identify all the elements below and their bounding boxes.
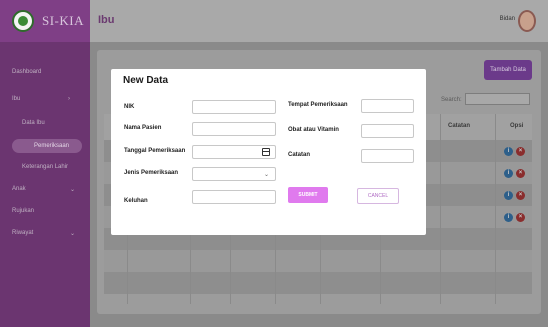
tanggal-pemeriksaan-label: Tanggal Pemeriksaan	[124, 148, 186, 154]
tempat-pemeriksaan-label: Tempat Pemeriksaan	[288, 102, 348, 108]
chevron-down-icon: ⌄	[70, 231, 76, 237]
tempat-pemeriksaan-field[interactable]	[361, 99, 414, 113]
table-row	[104, 272, 532, 294]
obat-vitamin-field[interactable]	[361, 124, 414, 138]
info-icon[interactable]: i	[504, 213, 513, 222]
delete-icon[interactable]: ×	[516, 191, 525, 200]
chevron-right-icon: ›	[68, 96, 70, 102]
column-header-opsi[interactable]: Opsi	[510, 123, 523, 129]
submit-button[interactable]: SUBMIT	[288, 187, 328, 203]
jenis-pemeriksaan-select[interactable]: ⌄	[192, 167, 276, 181]
calendar-icon[interactable]	[262, 148, 270, 156]
info-icon[interactable]: i	[504, 169, 513, 178]
sidebar-item-pemeriksaan[interactable]: Pemeriksaan	[12, 139, 82, 153]
sidebar-item-dashboard[interactable]: Dashboard	[12, 69, 41, 75]
table-row	[104, 250, 532, 272]
brand-name: SI-KIA	[42, 13, 84, 28]
topbar: SI-KIA Ibu Bidan	[0, 0, 548, 42]
delete-icon[interactable]: ×	[516, 213, 525, 222]
keluhan-label: Keluhan	[124, 198, 148, 204]
user-name[interactable]: Bidan	[500, 16, 515, 22]
delete-icon[interactable]: ×	[516, 147, 525, 156]
sidebar-item-label: Ibu	[12, 96, 21, 102]
info-icon[interactable]: i	[504, 147, 513, 156]
brand[interactable]: SI-KIA	[0, 0, 90, 42]
jenis-pemeriksaan-label: Jenis Pemeriksaan	[124, 170, 179, 176]
chevron-down-icon: ⌄	[70, 187, 76, 193]
sidebar-item-label: Riwayat	[12, 230, 34, 236]
keluhan-field[interactable]	[192, 190, 276, 204]
sidebar: Dashboard Ibu › Data Ibu Pemeriksaan Kete…	[0, 42, 90, 327]
sidebar-item-anak[interactable]: Anak ⌄	[12, 186, 75, 193]
catatan-field[interactable]	[361, 149, 414, 163]
sidebar-item-riwayat[interactable]: Riwayat ⌄	[12, 230, 75, 237]
nama-pasien-field[interactable]	[192, 122, 276, 136]
sidebar-item-rujukan[interactable]: Rujukan	[12, 208, 34, 214]
catatan-label: Catatan	[288, 152, 311, 158]
search-input[interactable]	[465, 93, 530, 105]
modal-title: New Data	[123, 75, 169, 86]
nama-pasien-label: Nama Pasien	[124, 125, 162, 131]
sidebar-item-label: Anak	[12, 186, 26, 192]
search-label: Search:	[441, 97, 462, 103]
nik-label: NIK	[124, 104, 135, 110]
avatar[interactable]	[518, 10, 536, 32]
cancel-button[interactable]: CANCEL	[357, 188, 399, 204]
sidebar-item-data-ibu[interactable]: Data Ibu	[22, 120, 45, 126]
nik-field[interactable]	[192, 100, 276, 114]
sidebar-item-ibu[interactable]: Ibu ›	[12, 96, 70, 102]
obat-vitamin-label: Obat atau Vitamin	[288, 127, 339, 133]
info-icon[interactable]: i	[504, 191, 513, 200]
page-title: Ibu	[98, 14, 115, 26]
add-data-button[interactable]: Tambah Data	[484, 60, 532, 80]
delete-icon[interactable]: ×	[516, 169, 525, 178]
tanggal-pemeriksaan-field[interactable]	[192, 145, 276, 159]
column-header-catatan[interactable]: Catatan	[448, 123, 470, 129]
chevron-down-icon: ⌄	[263, 172, 269, 178]
logo-icon	[12, 10, 34, 32]
sidebar-item-keterangan-lahir[interactable]: Keterangan Lahir	[22, 164, 68, 170]
